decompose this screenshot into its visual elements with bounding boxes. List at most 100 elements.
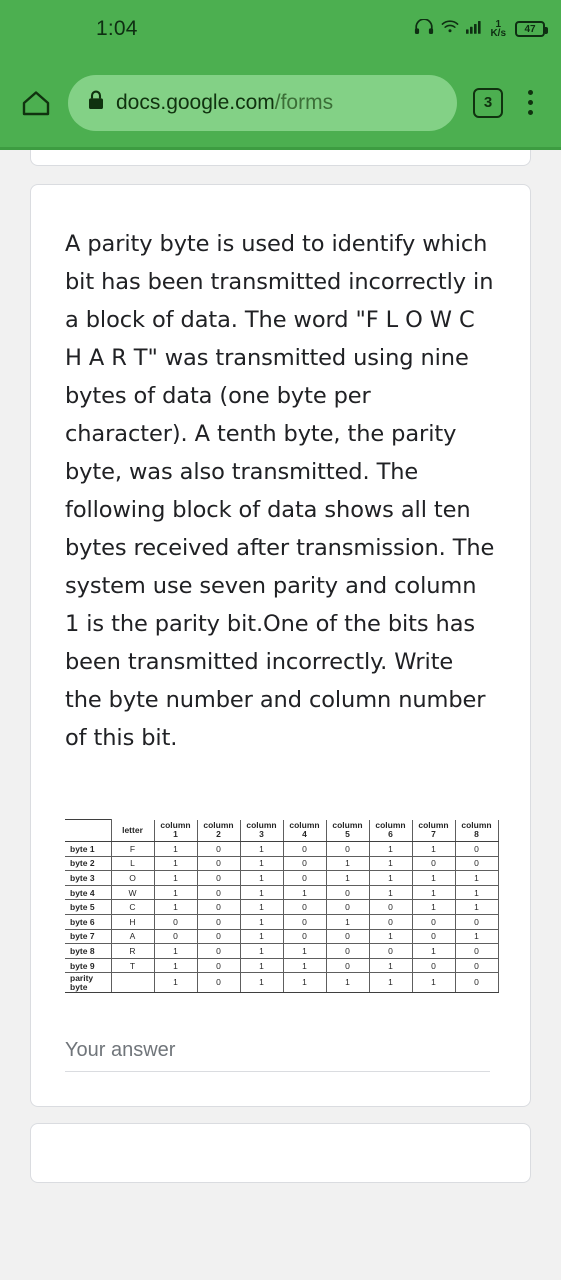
cell-bit: 0 bbox=[196, 972, 241, 993]
cell-bit: 1 bbox=[239, 928, 284, 945]
battery-icon: 47 bbox=[515, 21, 548, 37]
question-card: A parity byte is used to identify which … bbox=[30, 184, 531, 1107]
cell-bit: 0 bbox=[196, 957, 241, 974]
cell-bit: 1 bbox=[411, 841, 456, 857]
col-header-column-5: column 5 bbox=[325, 819, 370, 842]
cell-bit: 1 bbox=[239, 943, 284, 959]
browser-toolbar: docs.google.com/forms 3 bbox=[0, 58, 561, 150]
cell-bit: 1 bbox=[454, 884, 499, 901]
cell-bit: 0 bbox=[454, 855, 499, 872]
cell-bit: 0 bbox=[454, 913, 499, 930]
lock-icon bbox=[88, 90, 104, 115]
cell-bit: 1 bbox=[325, 870, 370, 886]
row-label: byte 8 bbox=[65, 943, 112, 959]
cell-bit: 1 bbox=[454, 899, 499, 915]
cell-bit: 1 bbox=[239, 899, 284, 915]
cell-bit: 1 bbox=[153, 884, 198, 901]
cell-bit: 1 bbox=[153, 870, 198, 886]
cell-bit: 0 bbox=[411, 913, 456, 930]
network-rate-indicator: 1 K/s bbox=[490, 19, 506, 39]
cell-bit: 1 bbox=[153, 972, 198, 993]
cell-bit: 0 bbox=[454, 957, 499, 974]
table-row: byte 8R10110010 bbox=[65, 943, 499, 959]
table-row: byte 1F10100110 bbox=[65, 841, 499, 857]
overflow-menu-icon[interactable] bbox=[513, 85, 547, 121]
row-label: byte 6 bbox=[65, 913, 112, 930]
cell-bit: 1 bbox=[282, 972, 327, 993]
url-path: /forms bbox=[274, 90, 334, 114]
url-bar[interactable]: docs.google.com/forms bbox=[68, 74, 457, 131]
row-label: parity byte bbox=[65, 972, 112, 993]
table-header-row: letter column 1 column 2 column 3 column… bbox=[65, 819, 499, 842]
cell-bit: 1 bbox=[153, 855, 198, 872]
cell-bit: 0 bbox=[196, 899, 241, 915]
cell-bit: 0 bbox=[196, 841, 241, 857]
cell-bit: 1 bbox=[325, 855, 370, 872]
cell-letter: A bbox=[110, 928, 155, 945]
cell-bit: 0 bbox=[368, 913, 413, 930]
url-domain: docs.google.com bbox=[116, 90, 275, 114]
cell-bit: 1 bbox=[411, 870, 456, 886]
cell-letter: O bbox=[110, 870, 155, 886]
cell-bit: 1 bbox=[368, 957, 413, 974]
cell-bit: 1 bbox=[325, 913, 370, 930]
cell-bit: 1 bbox=[239, 870, 284, 886]
cell-bit: 0 bbox=[196, 855, 241, 872]
table-row: byte 6H00101000 bbox=[65, 913, 499, 930]
wifi-icon bbox=[441, 19, 459, 39]
cell-bit: 1 bbox=[153, 943, 198, 959]
cell-bit: 1 bbox=[368, 855, 413, 872]
cell-bit: 0 bbox=[411, 855, 456, 872]
cell-bit: 0 bbox=[196, 884, 241, 901]
col-header-column-4: column 4 bbox=[282, 819, 327, 842]
cell-bit: 0 bbox=[282, 899, 327, 915]
cell-bit: 1 bbox=[282, 884, 327, 901]
tab-switcher-button[interactable]: 3 bbox=[473, 87, 503, 118]
cell-bit: 1 bbox=[411, 943, 456, 959]
cell-bit: 1 bbox=[239, 841, 284, 857]
previous-question-card bbox=[30, 150, 531, 166]
status-bar-icons: 1 K/s 47 bbox=[414, 17, 548, 40]
col-header-column-1: column 1 bbox=[153, 819, 198, 842]
cell-bit: 0 bbox=[454, 943, 499, 959]
cell-bit: 0 bbox=[196, 913, 241, 930]
home-icon[interactable] bbox=[14, 89, 58, 117]
cell-letter: W bbox=[110, 884, 155, 901]
cell-bit: 0 bbox=[454, 841, 499, 857]
col-header-column-6: column 6 bbox=[368, 819, 413, 842]
row-label: byte 2 bbox=[65, 855, 112, 872]
battery-percent: 47 bbox=[524, 23, 536, 35]
cell-bit: 0 bbox=[368, 943, 413, 959]
cell-bit: 1 bbox=[411, 899, 456, 915]
cell-bit: 1 bbox=[368, 928, 413, 945]
cell-bit: 0 bbox=[411, 928, 456, 945]
parity-table: letter column 1 column 2 column 3 column… bbox=[65, 819, 499, 993]
cell-bit: 1 bbox=[239, 957, 284, 974]
col-header-column-2: column 2 bbox=[196, 819, 241, 842]
cell-bit: 0 bbox=[282, 870, 327, 886]
col-header-column-8: column 8 bbox=[454, 819, 499, 842]
cell-bit: 1 bbox=[411, 972, 456, 993]
cell-bit: 1 bbox=[368, 870, 413, 886]
table-row: byte 5C10100011 bbox=[65, 899, 499, 915]
signal-icon bbox=[466, 19, 485, 39]
cell-bit: 0 bbox=[454, 972, 499, 993]
cell-bit: 1 bbox=[239, 855, 284, 872]
cell-bit: 0 bbox=[196, 943, 241, 959]
cell-bit: 1 bbox=[368, 841, 413, 857]
parity-table-body: byte 1F10100110 byte 2L10101100 byte 3O1… bbox=[65, 841, 499, 993]
table-row: byte 2L10101100 bbox=[65, 855, 499, 872]
answer-input-wrapper[interactable]: Your answer bbox=[65, 1039, 490, 1072]
cell-bit: 1 bbox=[368, 972, 413, 993]
cell-bit: 1 bbox=[282, 943, 327, 959]
col-header-column-7: column 7 bbox=[411, 819, 456, 842]
cell-bit: 1 bbox=[454, 928, 499, 945]
parity-table-image: letter column 1 column 2 column 3 column… bbox=[65, 819, 499, 993]
cell-bit: 0 bbox=[196, 928, 241, 945]
next-question-card bbox=[30, 1122, 531, 1183]
answer-input-placeholder[interactable]: Your answer bbox=[65, 1039, 490, 1062]
cell-letter: T bbox=[110, 957, 155, 974]
table-row: byte 7A00100101 bbox=[65, 928, 499, 945]
table-row: parity byte 10111110 bbox=[65, 972, 499, 993]
cell-bit: 1 bbox=[454, 870, 499, 886]
